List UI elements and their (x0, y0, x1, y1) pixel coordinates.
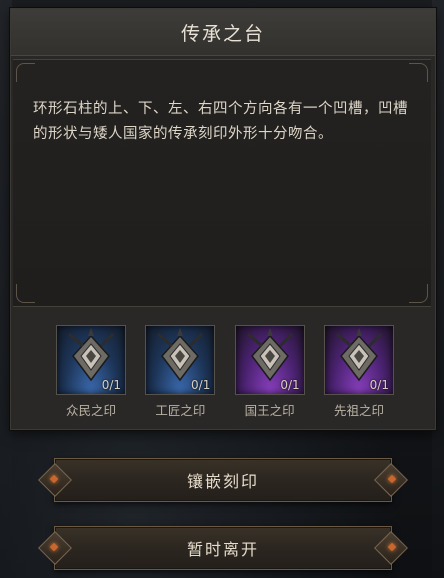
inlay-seal-button[interactable]: 镶嵌刻印 (38, 458, 408, 502)
seal-count: 0/1 (101, 378, 121, 392)
seal-item-frame[interactable]: 0/1 (56, 325, 126, 395)
seal-label: 国王之印 (244, 403, 295, 418)
description-text: 环形石柱的上、下、左、右四个方向各有一个凹槽，凹槽的形状与矮人国家的传承刻印外形… (33, 101, 408, 142)
seal-slots: 0/1 众民之印 0/1 工匠之印 0/1 国王之印 0/1 先祖之印 (55, 325, 395, 421)
seal-count: 0/1 (369, 378, 389, 392)
ornament-corner (409, 284, 428, 303)
seal-item-frame[interactable]: 0/1 (323, 325, 394, 395)
seal-count: 0/1 (191, 378, 211, 392)
seal-label: 众民之印 (65, 403, 116, 418)
game-scene: 传承之台 环形石柱的上、下、左、右四个方向各有一个凹槽，凹槽的形状与矮人国家的传… (0, 0, 444, 578)
ornament-corner (409, 63, 428, 82)
leave-label: 暂时离开 (186, 540, 259, 559)
seal-item-frame[interactable]: 0/1 (145, 325, 216, 395)
seal-slot-king[interactable]: 0/1 国王之印 (234, 325, 306, 421)
seal-slot-craftsman[interactable]: 0/1 工匠之印 (144, 325, 216, 421)
seal-label: 先祖之印 (333, 403, 384, 418)
seal-slot-people[interactable]: 0/1 众民之印 (55, 325, 127, 421)
inlay-seal-label: 镶嵌刻印 (186, 472, 259, 491)
dialog-title-bar: 传承之台 (11, 9, 435, 56)
seal-count: 0/1 (280, 378, 300, 392)
seal-label: 工匠之印 (155, 403, 206, 418)
inheritance-altar-dialog: 传承之台 环形石柱的上、下、左、右四个方向各有一个凹槽，凹槽的形状与矮人国家的传… (10, 8, 436, 430)
dialog-title: 传承之台 (180, 22, 265, 45)
ornament-corner (16, 284, 35, 303)
leave-button[interactable]: 暂时离开 (38, 526, 408, 570)
seal-slot-ancestor[interactable]: 0/1 先祖之印 (323, 325, 395, 421)
seal-item-frame[interactable]: 0/1 (234, 325, 305, 395)
ornament-corner (16, 63, 35, 82)
